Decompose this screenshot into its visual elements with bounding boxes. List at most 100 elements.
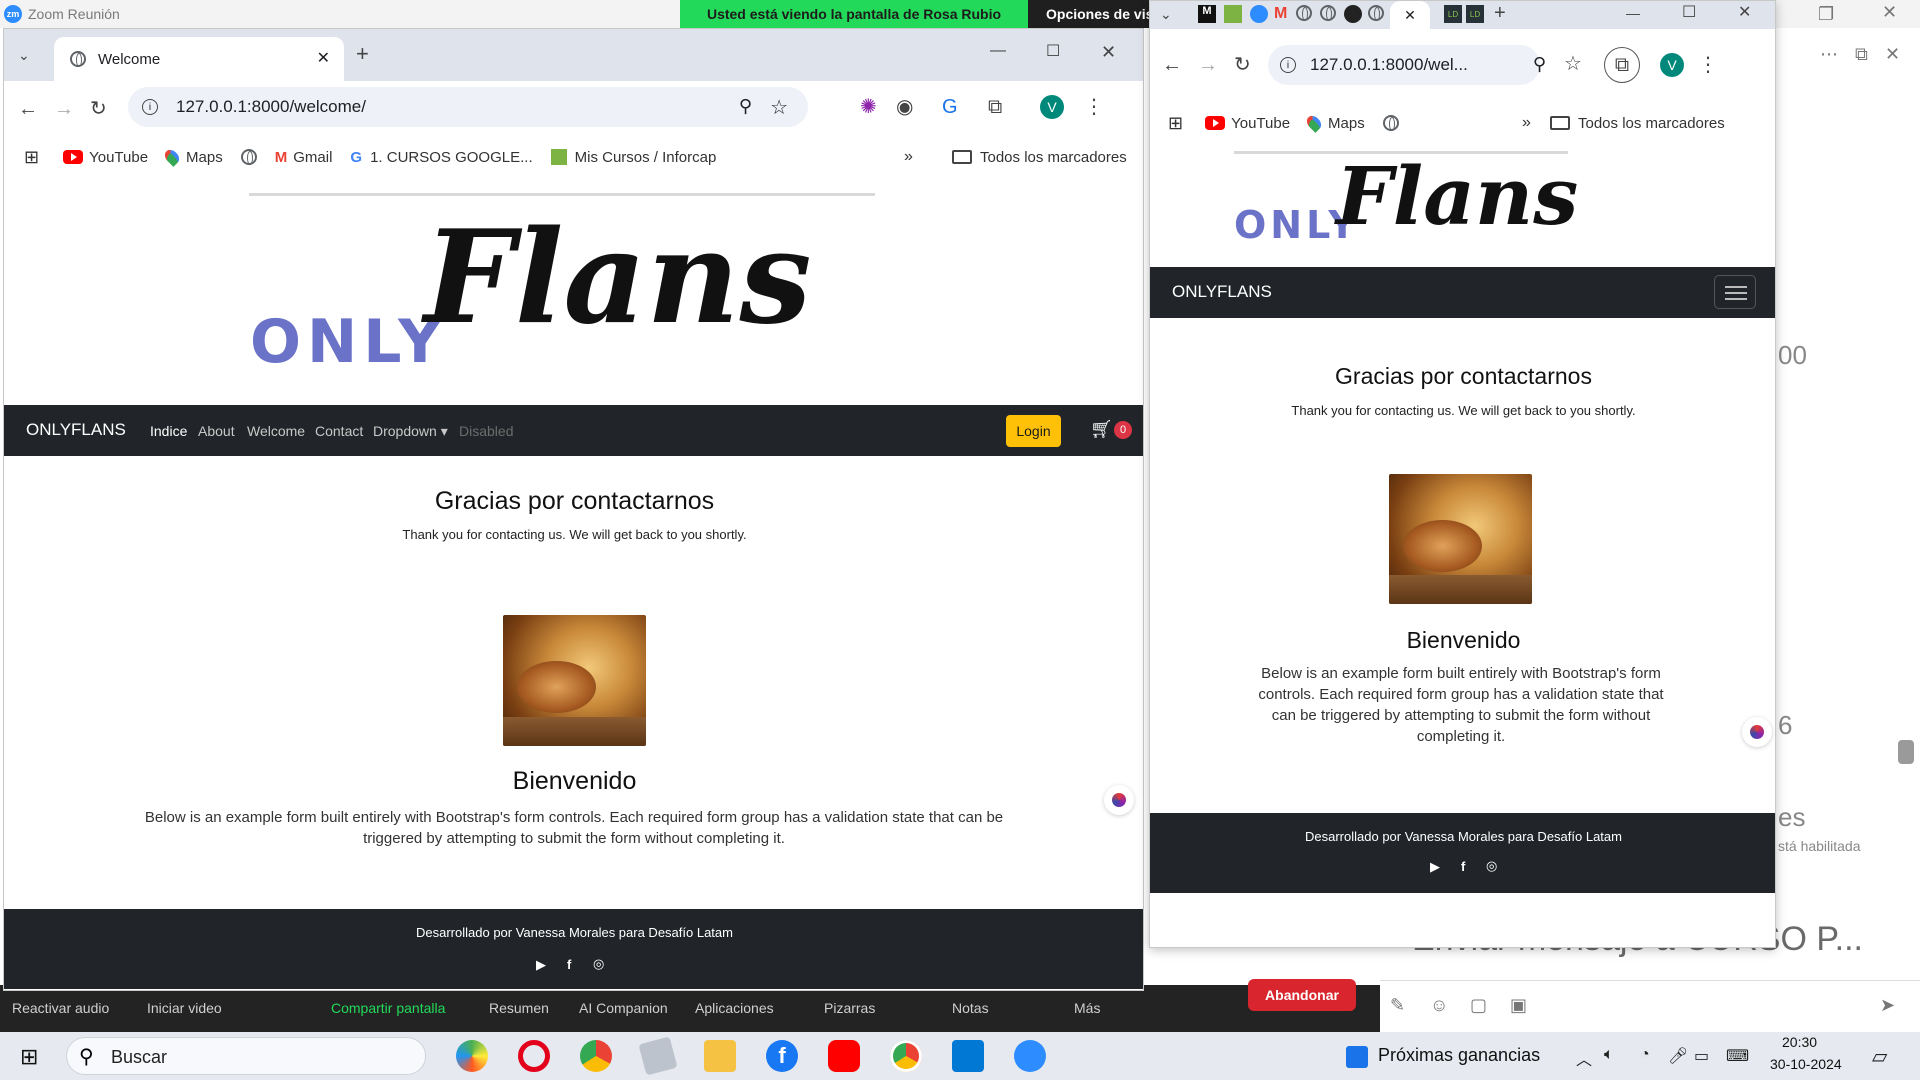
profile-avatar[interactable]: V [1660, 53, 1684, 77]
navbar-brand[interactable]: ONLYFLANS [1172, 282, 1272, 302]
extension-translate-icon[interactable]: G [942, 97, 958, 117]
tab-close-icon[interactable]: ✕ [1404, 7, 1416, 24]
tab-active[interactable]: ✕ [1390, 1, 1430, 29]
site-info-icon[interactable]: i [1280, 57, 1296, 73]
tab-ld-icon[interactable]: LD [1444, 5, 1462, 23]
instagram-social-icon[interactable]: ◎ [1486, 858, 1497, 874]
extension-record-icon[interactable]: ◉ [896, 97, 913, 117]
zoom-magnifier-icon[interactable]: ⚲ [1533, 54, 1546, 75]
tab-favicon-icon[interactable] [1224, 5, 1242, 23]
bookmark-inforcap[interactable]: Mis Cursos / Inforcap [550, 149, 716, 166]
share-screen-button[interactable]: Compartir pantalla [331, 1000, 445, 1016]
battery-icon[interactable]: ▭ [1694, 1046, 1709, 1066]
back-icon[interactable]: ← [1162, 55, 1182, 75]
tab-close-icon[interactable]: ✕ [317, 48, 330, 68]
widget-text[interactable]: Próximas ganancias [1378, 1045, 1540, 1066]
tab-favicon-icon[interactable] [1320, 5, 1336, 21]
nav-indice[interactable]: Indice [150, 423, 187, 439]
taskbar-search-box[interactable]: ⚲ Buscar [66, 1037, 426, 1075]
youtube-social-icon[interactable]: ▶ [536, 957, 546, 973]
navbar-toggler-icon[interactable] [1714, 275, 1756, 309]
facebook-icon[interactable]: f [766, 1040, 798, 1072]
login-button[interactable]: Login [1006, 415, 1061, 447]
youtube-app-icon[interactable] [828, 1040, 860, 1072]
tab-favicon-icon[interactable] [1344, 5, 1362, 23]
clock-time[interactable]: 20:30 [1782, 1034, 1817, 1050]
all-bookmarks-folder[interactable]: Todos los marcadores [1550, 115, 1725, 132]
tab-welcome[interactable]: Welcome ✕ [54, 37, 344, 81]
more-bookmarks-icon[interactable]: » [904, 148, 913, 166]
volume-icon[interactable]: 🔈︎ [1604, 1046, 1614, 1064]
bookmark-star-icon[interactable]: ☆ [770, 95, 788, 120]
nav-about[interactable]: About [198, 423, 235, 439]
nav-welcome[interactable]: Welcome [247, 423, 305, 439]
file-explorer-icon[interactable] [704, 1040, 736, 1072]
youtube-social-icon[interactable]: ▶ [1430, 859, 1440, 875]
tab-favicon-icon[interactable] [1250, 5, 1268, 23]
cart-icon[interactable]: 🛒︎ [1090, 419, 1113, 440]
widget-chart-icon[interactable] [1346, 1046, 1368, 1068]
new-tab-icon[interactable]: + [356, 43, 369, 65]
format-icon[interactable]: ✎ [1390, 995, 1405, 1016]
extension-brain-icon[interactable]: ✺ [860, 97, 877, 117]
popout-icon[interactable]: ⧉ [1855, 44, 1868, 65]
bookmark-cursos-google[interactable]: G 1. CURSOS GOOGLE... [350, 149, 532, 166]
more-button[interactable]: Más [1074, 1000, 1100, 1016]
notes-button[interactable]: Notas [952, 1000, 989, 1016]
bookmark-gmail[interactable]: M Gmail [275, 149, 333, 166]
close-panel-icon[interactable]: ✕ [1885, 44, 1900, 65]
unmute-audio-button[interactable]: Reactivar audio [12, 1000, 109, 1016]
zoom-app-icon[interactable] [1014, 1040, 1046, 1072]
zoom-magnifier-icon[interactable]: ⚲ [739, 96, 752, 117]
bookmark-globe[interactable] [1382, 115, 1399, 131]
tab-favicon-icon[interactable] [1296, 5, 1312, 21]
emoji-icon[interactable]: ☺ [1430, 995, 1448, 1016]
restore-icon[interactable]: ❐ [1818, 4, 1834, 25]
new-tab-icon[interactable]: + [1494, 3, 1506, 23]
maximize-icon[interactable]: ☐ [1682, 3, 1696, 23]
address-bar[interactable]: i 127.0.0.1:8000/welcome/ ⚲ ☆ [128, 87, 808, 127]
start-video-button[interactable]: Iniciar video [147, 1000, 222, 1016]
back-icon[interactable]: ← [18, 99, 38, 119]
more-icon[interactable]: ⋯ [1820, 44, 1838, 65]
view-options-button[interactable]: Opciones de vis [1028, 0, 1152, 28]
minimize-icon[interactable]: — [1626, 3, 1640, 23]
apps-grid-icon[interactable]: ⊞ [24, 147, 39, 168]
file-icon[interactable]: ▢ [1470, 995, 1487, 1016]
extensions-icon[interactable]: ⧉ [988, 97, 1002, 117]
forward-icon[interactable]: → [1198, 55, 1218, 75]
bookmark-youtube[interactable]: YouTube [1205, 115, 1290, 132]
bookmark-globe[interactable] [240, 149, 257, 165]
reload-icon[interactable]: ↻ [1234, 55, 1251, 75]
close-icon[interactable]: ✕ [1882, 2, 1897, 23]
minimize-icon[interactable]: — [990, 41, 1006, 61]
bookmark-youtube[interactable]: YouTube [63, 149, 148, 166]
bookmark-maps[interactable]: Maps [162, 147, 223, 167]
copilot-icon[interactable] [456, 1040, 488, 1072]
keyboard-icon[interactable]: ⌨ [1726, 1046, 1749, 1066]
site-info-icon[interactable]: i [142, 99, 158, 115]
menu-kebab-icon[interactable]: ⋮ [1084, 97, 1104, 117]
extensions-icon[interactable]: ⧉ [1604, 47, 1640, 83]
menu-kebab-icon[interactable]: ⋮ [1698, 55, 1718, 75]
chrome-profile-icon[interactable] [890, 1040, 922, 1072]
opera-icon[interactable] [518, 1040, 550, 1072]
bookmark-star-icon[interactable]: ☆ [1564, 54, 1582, 74]
ai-companion-button[interactable]: AI Companion [579, 1000, 668, 1016]
notifications-icon[interactable]: ▱ [1872, 1044, 1887, 1069]
screenshot-icon[interactable]: ▣ [1510, 995, 1527, 1016]
facebook-social-icon[interactable]: f [1461, 859, 1465, 874]
navbar-brand[interactable]: ONLYFLANS [26, 420, 126, 440]
chrome-icon[interactable] [580, 1040, 612, 1072]
tab-search-icon[interactable]: ⌄ [1160, 4, 1172, 24]
facebook-social-icon[interactable]: f [567, 957, 571, 972]
apps-grid-icon[interactable]: ⊞ [1168, 113, 1183, 134]
tab-favicon-icon[interactable] [1368, 5, 1384, 21]
whiteboards-button[interactable]: Pizarras [824, 1000, 875, 1016]
bookmark-maps[interactable]: Maps [1304, 113, 1365, 133]
panel-scrollbar[interactable] [1898, 740, 1914, 764]
wifi-icon[interactable]: ◔ [1640, 1046, 1650, 1064]
tab-favicon-icon[interactable]: M [1274, 5, 1287, 23]
send-icon[interactable]: ➤ [1880, 995, 1895, 1016]
nav-dropdown[interactable]: Dropdown ▾ [373, 423, 448, 440]
